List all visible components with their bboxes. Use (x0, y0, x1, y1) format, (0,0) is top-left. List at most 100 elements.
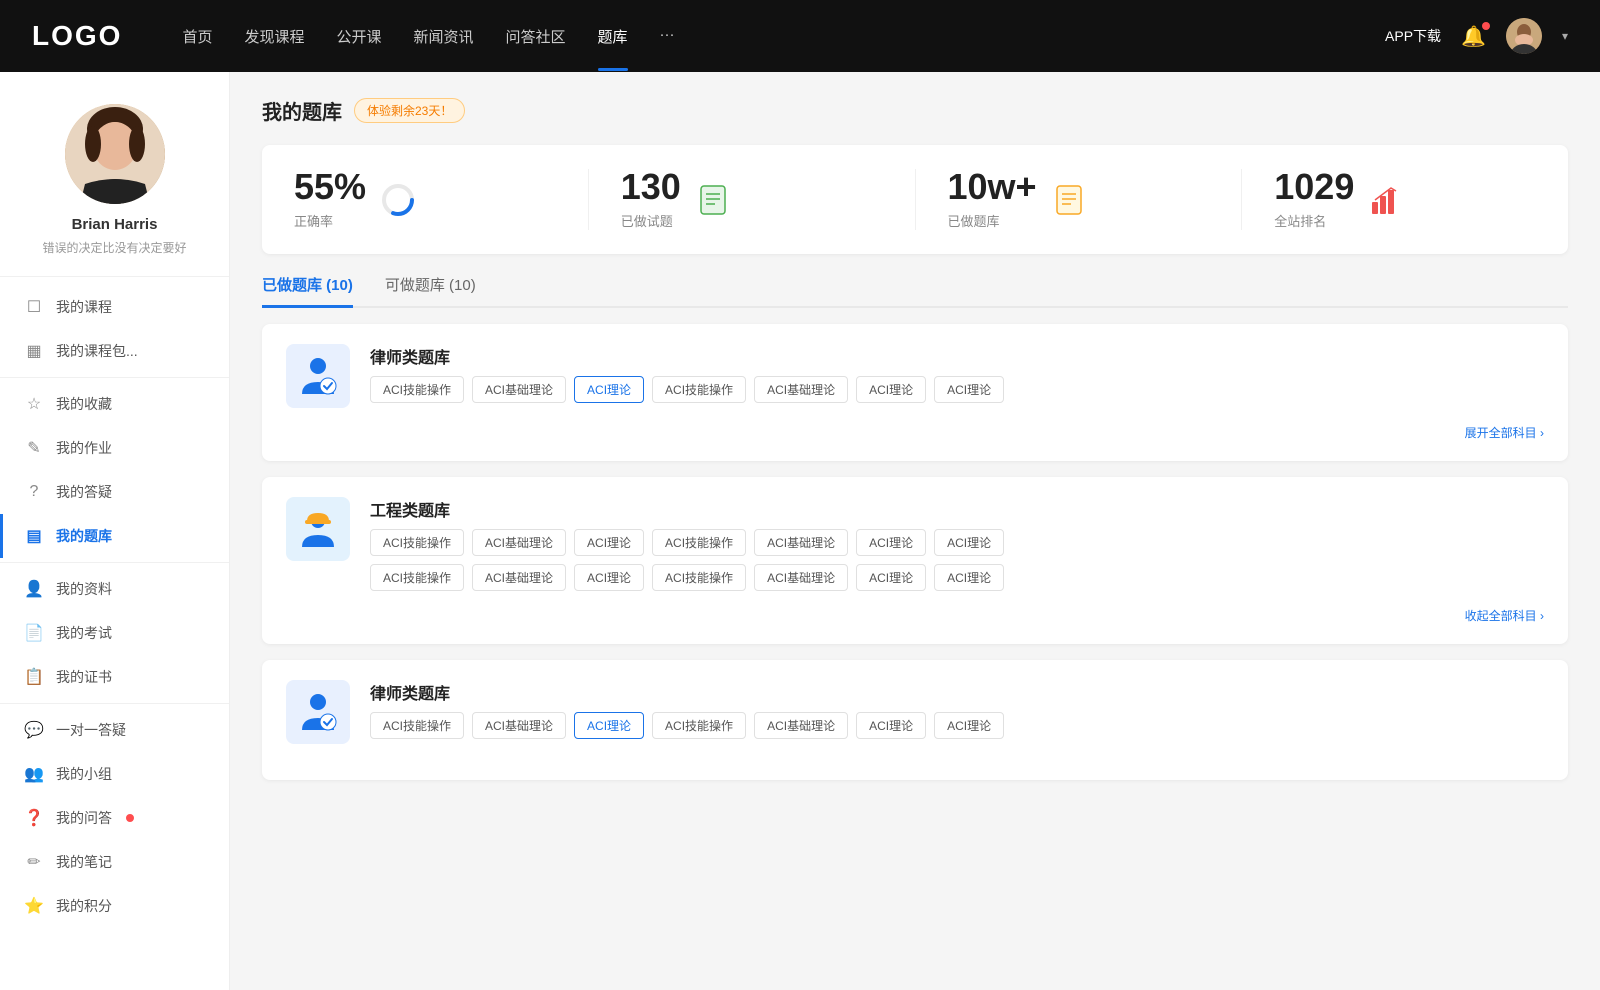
sidebar-one-on-one-label: 一对一答疑 (56, 720, 126, 740)
sidebar-item-my-bank[interactable]: ▤ 我的题库 (0, 514, 229, 558)
tabs-bar: 已做题库 (10) 可做题库 (10) (262, 274, 1568, 308)
page-title: 我的题库 (262, 96, 342, 125)
logo[interactable]: LOGO (32, 20, 122, 52)
sidebar-item-my-certificate[interactable]: 📋 我的证书 (0, 655, 229, 699)
tag-3-2[interactable]: ACI理论 (574, 712, 644, 739)
tag-2-5[interactable]: ACI理论 (856, 529, 926, 556)
sidebar-item-my-points[interactable]: ⭐ 我的积分 (0, 884, 229, 928)
tag-1-1[interactable]: ACI基础理论 (472, 376, 566, 403)
tag-2-r2-3[interactable]: ACI技能操作 (652, 564, 746, 591)
course-icon: ☐ (24, 297, 44, 317)
sidebar-avatar (65, 104, 165, 204)
sidebar-item-my-exam[interactable]: 📄 我的考试 (0, 611, 229, 655)
app-download-button[interactable]: APP下载 (1385, 26, 1441, 46)
avatar-image (1506, 18, 1542, 54)
sidebar-motto: 错误的决定比没有决定要好 (42, 239, 186, 256)
nav-qa[interactable]: 问答社区 (506, 26, 566, 47)
sidebar-item-one-on-one[interactable]: 💬 一对一答疑 (0, 708, 229, 752)
sidebar-my-questions-label: 我的答疑 (56, 482, 112, 502)
nav-more[interactable]: ··· (660, 26, 675, 47)
avatar[interactable] (1506, 18, 1542, 54)
bank-card-2-title: 工程类题库 (370, 497, 1544, 521)
tab-available-banks[interactable]: 可做题库 (10) (385, 274, 476, 308)
exam-icon: 📄 (24, 623, 44, 643)
tag-2-0[interactable]: ACI技能操作 (370, 529, 464, 556)
sidebar-my-notes-label: 我的笔记 (56, 852, 112, 872)
sidebar-item-my-course-pkg[interactable]: ▦ 我的课程包... (0, 329, 229, 373)
lawyer-bank-icon-1 (286, 344, 350, 408)
nav-discover[interactable]: 发现课程 (244, 26, 304, 47)
sidebar-item-my-questions[interactable]: ? 我的答疑 (0, 470, 229, 514)
tag-2-r2-6[interactable]: ACI理论 (934, 564, 1004, 591)
tag-3-1[interactable]: ACI基础理论 (472, 712, 566, 739)
tag-2-4[interactable]: ACI基础理论 (754, 529, 848, 556)
sidebar-item-my-profile[interactable]: 👤 我的资料 (0, 567, 229, 611)
stat-correct-rate-label: 正确率 (294, 211, 366, 230)
sidebar-my-homework-label: 我的作业 (56, 438, 112, 458)
engineer-bank-icon (286, 497, 350, 561)
sidebar-avatar-inner (65, 104, 165, 204)
sidebar-item-my-course[interactable]: ☐ 我的课程 (0, 285, 229, 329)
bank-card-2-header: 工程类题库 ACI技能操作 ACI基础理论 ACI理论 ACI技能操作 ACI基… (286, 497, 1544, 591)
lawyer-bank-icon-3 (286, 680, 350, 744)
stat-correct-rate-value: 55% (294, 169, 366, 205)
notification-bell-icon[interactable]: 🔔 (1461, 24, 1486, 49)
nav-links: 首页 发现课程 公开课 新闻资讯 问答社区 题库 ··· (182, 26, 1385, 47)
tag-1-4[interactable]: ACI基础理论 (754, 376, 848, 403)
sidebar-my-profile-label: 我的资料 (56, 579, 112, 599)
nav-home[interactable]: 首页 (182, 26, 212, 47)
points-icon: ⭐ (24, 896, 44, 916)
tag-3-4[interactable]: ACI基础理论 (754, 712, 848, 739)
sidebar-item-my-notes[interactable]: ✏ 我的笔记 (0, 840, 229, 884)
sidebar-item-my-group[interactable]: 👥 我的小组 (0, 752, 229, 796)
sidebar-item-my-qa[interactable]: ❓ 我的问答 (0, 796, 229, 840)
sidebar-divider-3 (0, 703, 229, 704)
tag-2-2[interactable]: ACI理论 (574, 529, 644, 556)
qa-icon: ❓ (24, 808, 44, 828)
tag-2-r2-1[interactable]: ACI基础理论 (472, 564, 566, 591)
sidebar-menu: ☐ 我的课程 ▦ 我的课程包... ☆ 我的收藏 ✎ 我的作业 ? 我的答疑 ▤ (0, 277, 229, 936)
tag-3-3[interactable]: ACI技能操作 (652, 712, 746, 739)
course-pkg-icon: ▦ (24, 341, 44, 361)
tag-2-1[interactable]: ACI基础理论 (472, 529, 566, 556)
bank-card-1-expand[interactable]: 展开全部科目 (1465, 424, 1544, 441)
page-wrapper: Brian Harris 错误的决定比没有决定要好 ☐ 我的课程 ▦ 我的课程包… (0, 72, 1600, 990)
tag-2-r2-4[interactable]: ACI基础理论 (754, 564, 848, 591)
stat-done-questions-value: 130 (621, 169, 681, 205)
tag-2-r2-0[interactable]: ACI技能操作 (370, 564, 464, 591)
stat-done-banks-value: 10w+ (948, 169, 1037, 205)
tag-2-6[interactable]: ACI理论 (934, 529, 1004, 556)
nav-news[interactable]: 新闻资讯 (414, 26, 474, 47)
tag-3-5[interactable]: ACI理论 (856, 712, 926, 739)
nav-open-course[interactable]: 公开课 (336, 26, 381, 47)
tag-3-6[interactable]: ACI理论 (934, 712, 1004, 739)
tag-2-r2-5[interactable]: ACI理论 (856, 564, 926, 591)
nav-question-bank[interactable]: 题库 (598, 26, 628, 47)
tag-1-6[interactable]: ACI理论 (934, 376, 1004, 403)
tab-done-banks[interactable]: 已做题库 (10) (262, 274, 353, 308)
user-menu-chevron-icon[interactable]: ▾ (1562, 29, 1568, 43)
questions-icon: ? (24, 483, 44, 501)
sidebar-item-my-favorites[interactable]: ☆ 我的收藏 (0, 382, 229, 426)
bank-card-2-collapse[interactable]: 收起全部科目 (1465, 607, 1544, 624)
sidebar-item-my-homework[interactable]: ✎ 我的作业 (0, 426, 229, 470)
bank-card-1-footer: 展开全部科目 (286, 424, 1544, 441)
bank-card-1: 律师类题库 ACI技能操作 ACI基础理论 ACI理论 ACI技能操作 ACI基… (262, 324, 1568, 461)
bank-card-1-body: 律师类题库 ACI技能操作 ACI基础理论 ACI理论 ACI技能操作 ACI基… (370, 344, 1544, 403)
tag-1-2[interactable]: ACI理论 (574, 376, 644, 403)
tag-2-r2-2[interactable]: ACI理论 (574, 564, 644, 591)
sidebar-my-qa-label: 我的问答 (56, 808, 112, 828)
tag-2-3[interactable]: ACI技能操作 (652, 529, 746, 556)
nav-right: APP下载 🔔 ▾ (1385, 18, 1568, 54)
bank-card-1-header: 律师类题库 ACI技能操作 ACI基础理论 ACI理论 ACI技能操作 ACI基… (286, 344, 1544, 408)
bank-card-2-tags-row1: ACI技能操作 ACI基础理论 ACI理论 ACI技能操作 ACI基础理论 AC… (370, 529, 1544, 556)
stat-done-banks-label: 已做题库 (948, 211, 1037, 230)
tag-1-3[interactable]: ACI技能操作 (652, 376, 746, 403)
bank-card-1-title: 律师类题库 (370, 344, 1544, 368)
tag-1-0[interactable]: ACI技能操作 (370, 376, 464, 403)
done-banks-icon (1049, 180, 1089, 220)
tag-3-0[interactable]: ACI技能操作 (370, 712, 464, 739)
tag-1-5[interactable]: ACI理论 (856, 376, 926, 403)
favorites-icon: ☆ (24, 394, 44, 414)
stat-site-rank-value: 1029 (1274, 169, 1354, 205)
